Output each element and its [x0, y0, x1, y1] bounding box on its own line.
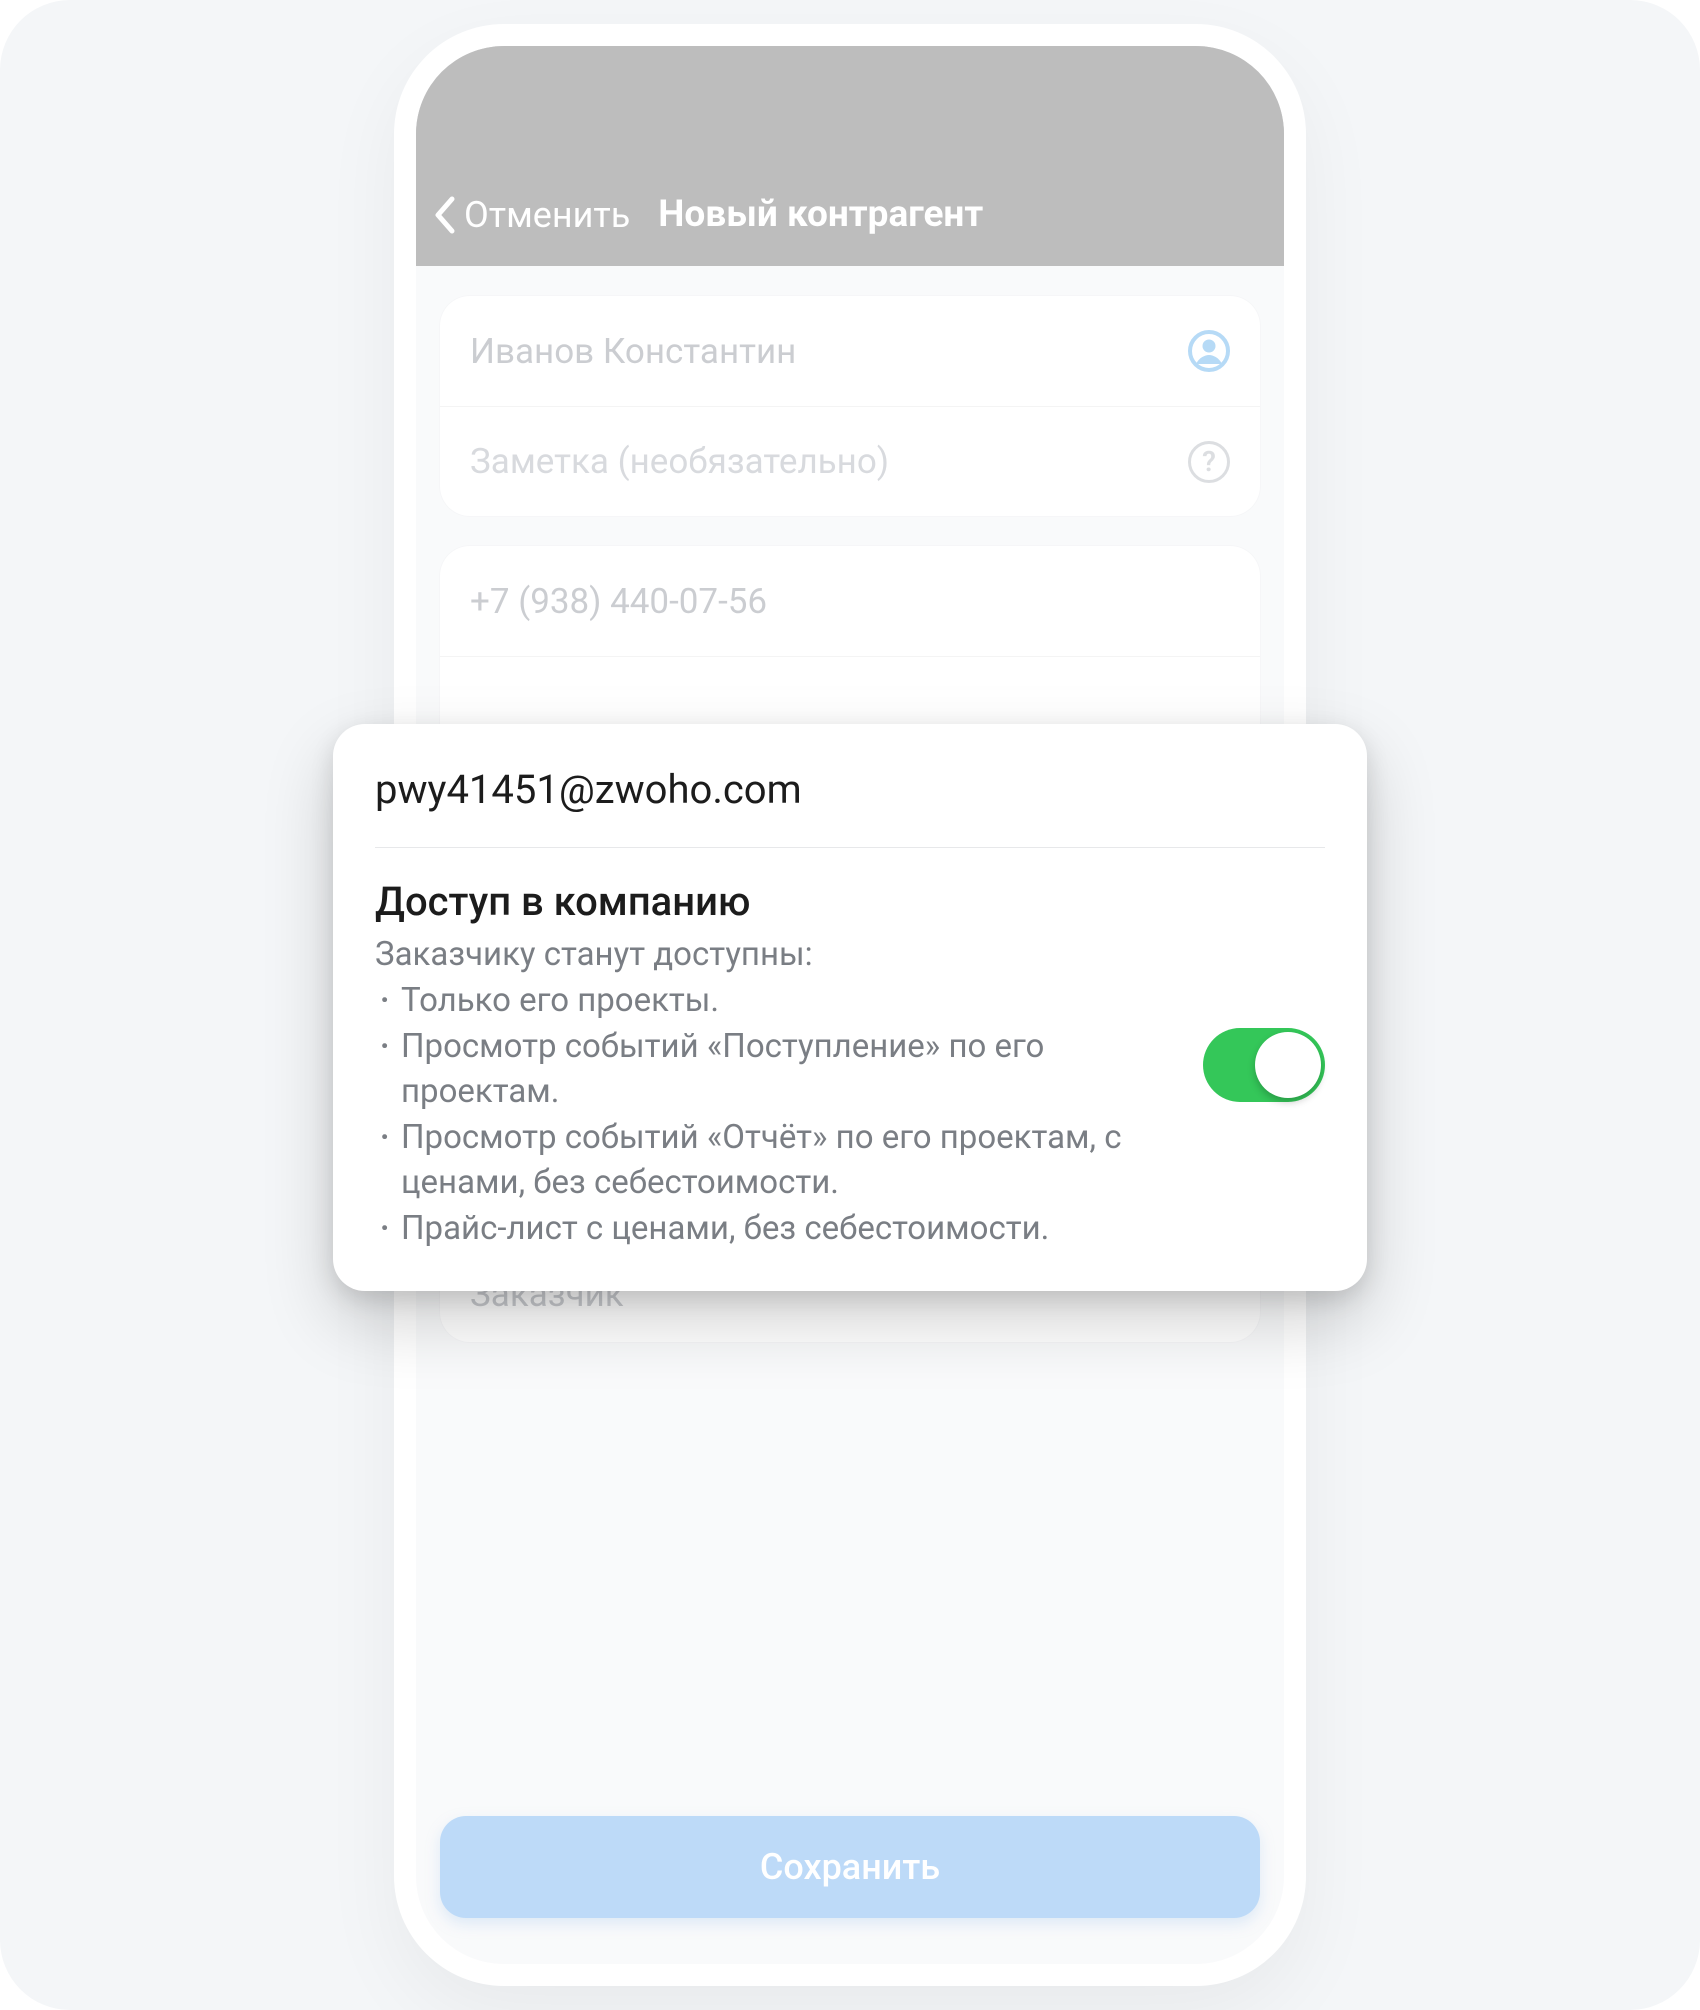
back-label: Отменить [464, 194, 630, 236]
save-button[interactable]: Сохранить [440, 1816, 1260, 1918]
popup-body: Доступ в компанию Заказчику станут досту… [375, 878, 1325, 1251]
contact-icon[interactable] [1188, 330, 1230, 372]
navbar: Отменить Новый контрагент [416, 46, 1284, 266]
name-field[interactable]: Иванов Константин [440, 296, 1260, 406]
popup-title: Доступ в компанию [375, 878, 1173, 925]
access-toggle[interactable] [1203, 1028, 1325, 1102]
toggle-knob [1255, 1032, 1321, 1098]
popup-bullet: Просмотр событий «Поступление» по его пр… [375, 1024, 1173, 1115]
popup-bullets: Только его проекты. Просмотр событий «По… [375, 978, 1173, 1251]
note-field[interactable]: Заметка (необязательно) ? [440, 406, 1260, 516]
popup-divider [375, 847, 1325, 848]
phone-value: +7 (938) 440-07-56 [470, 581, 767, 622]
help-icon[interactable]: ? [1188, 441, 1230, 483]
app-stage: Отменить Новый контрагент Иванов Констан… [0, 0, 1700, 2010]
popup-email[interactable]: pwy41451@zwoho.com [375, 766, 1325, 847]
name-note-card: Иванов Константин Заметка (необязательно… [440, 296, 1260, 516]
popup-bullet: Просмотр событий «Отчёт» по его проектам… [375, 1115, 1173, 1206]
popup-bullet: Прайс-лист с ценами, без себестоимости. [375, 1206, 1173, 1252]
phone-field[interactable]: +7 (938) 440-07-56 [440, 546, 1260, 656]
access-popup: pwy41451@zwoho.com Доступ в компанию Зак… [333, 724, 1367, 1291]
page-title: Новый контрагент [658, 193, 983, 236]
back-button[interactable]: Отменить [432, 194, 630, 236]
chevron-left-icon [432, 195, 456, 235]
name-value: Иванов Константин [470, 331, 796, 372]
popup-intro: Заказчику станут доступны: [375, 935, 1173, 974]
popup-text: Доступ в компанию Заказчику станут досту… [375, 878, 1173, 1251]
popup-bullet: Только его проекты. [375, 978, 1173, 1024]
save-button-label: Сохранить [760, 1846, 940, 1888]
note-placeholder: Заметка (необязательно) [470, 441, 889, 482]
